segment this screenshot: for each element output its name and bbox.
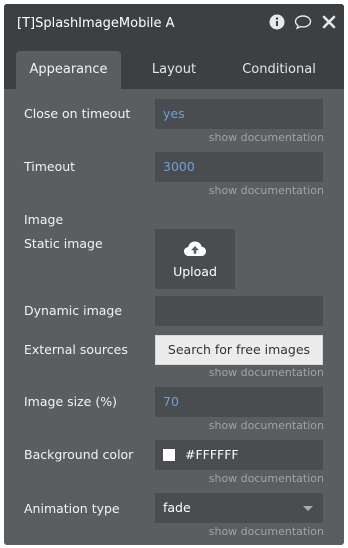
show-documentation-link[interactable]: show documentation xyxy=(209,366,324,379)
show-documentation-link[interactable]: show documentation xyxy=(209,525,324,538)
close-icon[interactable] xyxy=(320,13,338,31)
property-editor-panel: [T]SplashImageMobile A Appearance Layout… xyxy=(4,4,344,545)
image-size-field[interactable]: 70 xyxy=(155,387,323,417)
tab-bar: Appearance Layout Conditional xyxy=(4,44,344,89)
close-on-timeout-value: yes xyxy=(163,106,185,121)
comment-icon[interactable] xyxy=(294,13,312,31)
animation-type-label: Animation type xyxy=(24,501,120,516)
static-image-label: Static image xyxy=(24,236,103,251)
image-size-value: 70 xyxy=(163,394,179,409)
external-sources-label: External sources xyxy=(24,342,128,357)
upload-label: Upload xyxy=(173,263,217,279)
dynamic-image-field[interactable] xyxy=(155,296,323,326)
show-documentation-link[interactable]: show documentation xyxy=(209,472,324,485)
dynamic-image-label: Dynamic image xyxy=(24,303,123,318)
background-color-value: #FFFFFF xyxy=(185,447,239,462)
tab-appearance[interactable]: Appearance xyxy=(16,51,121,89)
animation-type-dropdown[interactable]: fade xyxy=(155,493,323,523)
upload-button[interactable]: Upload xyxy=(155,229,235,289)
title-actions xyxy=(268,13,338,31)
timeout-label: Timeout xyxy=(24,159,76,174)
chevron-down-icon xyxy=(303,506,313,511)
background-color-field[interactable]: #FFFFFF xyxy=(155,440,323,470)
info-icon[interactable] xyxy=(268,13,286,31)
element-title[interactable]: [T]SplashImageMobile A xyxy=(17,16,175,31)
animation-type-value: fade xyxy=(163,500,191,515)
tab-layout[interactable]: Layout xyxy=(124,51,224,89)
show-documentation-link[interactable]: show documentation xyxy=(209,184,324,197)
image-section-label: Image xyxy=(24,212,64,227)
image-size-label: Image size (%) xyxy=(24,394,117,409)
background-color-label: Background color xyxy=(24,447,134,462)
close-on-timeout-label: Close on timeout xyxy=(24,106,131,121)
close-on-timeout-field[interactable]: yes xyxy=(155,99,323,129)
color-swatch[interactable] xyxy=(163,448,175,461)
timeout-value: 3000 xyxy=(163,159,195,174)
show-documentation-link[interactable]: show documentation xyxy=(209,419,324,432)
timeout-field[interactable]: 3000 xyxy=(155,152,323,182)
search-free-images-button[interactable]: Search for free images xyxy=(155,335,323,365)
cloud-upload-icon xyxy=(183,240,207,261)
tab-conditional[interactable]: Conditional xyxy=(229,51,329,89)
show-documentation-link[interactable]: show documentation xyxy=(209,131,324,144)
title-bar: [T]SplashImageMobile A xyxy=(4,4,344,44)
